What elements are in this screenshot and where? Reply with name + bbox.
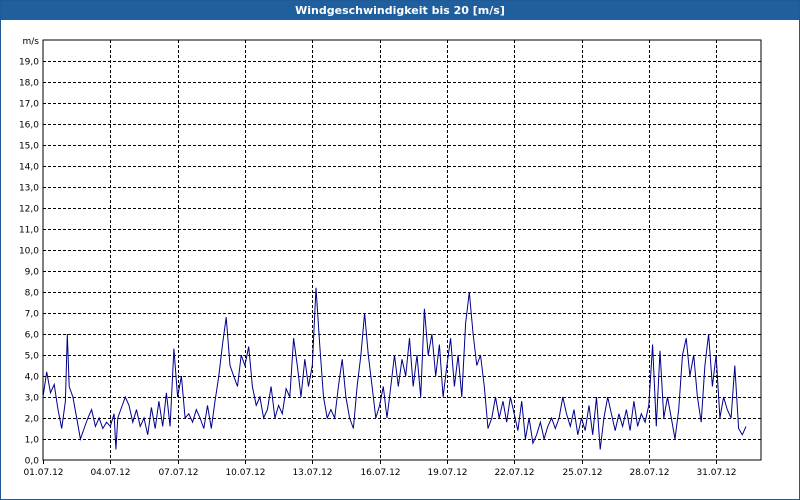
y-tick-label: 9,0 — [25, 268, 40, 278]
x-tick-label: 13.07.12 — [292, 468, 332, 478]
y-tick-label: 8,0 — [25, 289, 40, 299]
x-tick-label: 10.07.12 — [225, 468, 265, 478]
x-tick-label: 19.07.12 — [427, 468, 467, 478]
y-tick-label: 12,0 — [19, 205, 39, 215]
y-tick-label: 17,0 — [19, 100, 39, 110]
y-tick-label: 0,0 — [25, 457, 40, 467]
y-tick-label: 13,0 — [19, 184, 39, 194]
y-tick-label: 4,0 — [25, 373, 40, 383]
y-tick-label: 18,0 — [19, 79, 39, 89]
y-tick-label: 14,0 — [19, 163, 39, 173]
wind-speed-chart: 0,0 1,0 2,0 3,0 4,0 5,0 6,0 7,0 8,0 9,0 10,0 11,0 12… — [19, 37, 762, 478]
x-tick-label: 04.07.12 — [90, 468, 130, 478]
x-tick-label: 01.07.12 — [23, 468, 63, 478]
y-tick-label: 1,0 — [25, 436, 40, 446]
x-tick-label: 28.07.12 — [629, 468, 669, 478]
y-tick-label: 11,0 — [19, 226, 39, 236]
y-tick-label: 19,0 — [19, 58, 39, 68]
x-tick-label: 25.07.12 — [562, 468, 602, 478]
x-tick-label: 22.07.12 — [494, 468, 534, 478]
y-tick-label: 16,0 — [19, 121, 39, 131]
y-tick-label: 3,0 — [25, 394, 40, 404]
y-tick-label: 15,0 — [19, 142, 39, 152]
x-tick-label: 07.07.12 — [158, 468, 198, 478]
y-tick-label: 2,0 — [25, 415, 40, 425]
x-tick-label: 31.07.12 — [696, 468, 736, 478]
y-tick-label: 7,0 — [25, 310, 40, 320]
y-tick-label: 6,0 — [25, 331, 40, 341]
y-tick-label: 10,0 — [19, 247, 39, 257]
y-tick-label: 5,0 — [25, 352, 40, 362]
y-axis-label: m/s — [23, 37, 40, 47]
x-tick-label: 16.07.12 — [360, 468, 400, 478]
